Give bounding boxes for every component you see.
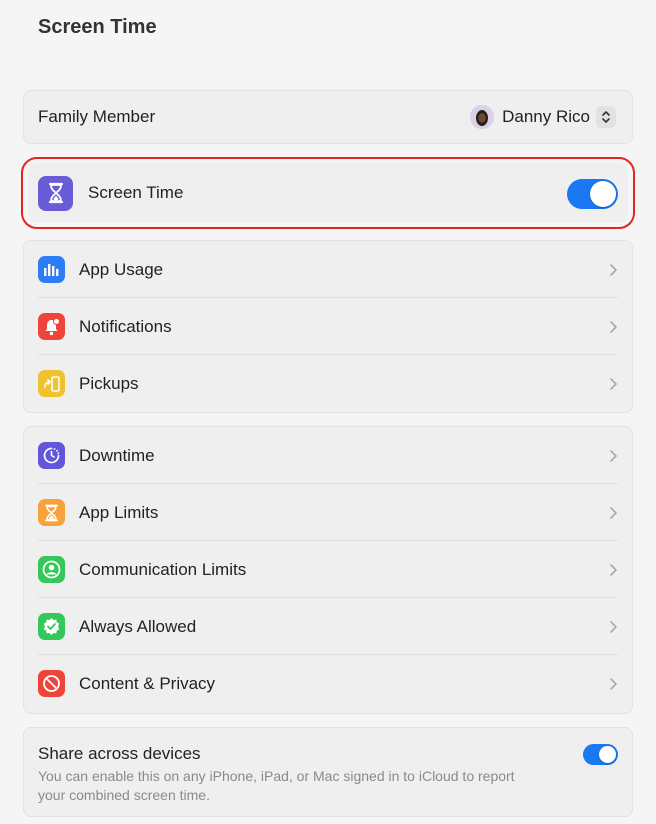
chevron-right-icon [610, 620, 617, 633]
screen-time-row: Screen Time [28, 163, 628, 223]
usage-card: App Usage Notifications Pickups [23, 240, 633, 413]
share-description-line: your combined screen time. [38, 787, 210, 803]
share-description-line: You can enable this on any iPhone, iPad,… [38, 768, 515, 784]
chevron-right-icon [610, 263, 617, 276]
list-item-label: Content & Privacy [79, 673, 216, 693]
list-item-label: Notifications [79, 316, 172, 336]
family-member-name: Danny Rico [502, 107, 590, 126]
share-card: Share across devices You can enable this… [23, 727, 633, 817]
share-toggle[interactable] [583, 744, 618, 765]
chevron-right-icon [610, 320, 617, 333]
hourglass-icon [38, 499, 65, 526]
list-item-notifications[interactable]: Notifications [24, 298, 632, 355]
screen-time-toggle[interactable] [567, 179, 618, 209]
list-item-label: Communication Limits [79, 559, 247, 579]
list-item-always-allowed[interactable]: Always Allowed [24, 598, 632, 655]
list-item-communication-limits[interactable]: Communication Limits [24, 541, 632, 598]
list-item-label: App Limits [79, 502, 159, 522]
share-description: You can enable this on any iPhone, iPad,… [38, 767, 515, 805]
list-item-downtime[interactable]: Downtime [24, 427, 632, 484]
share-title: Share across devices [38, 744, 201, 763]
bar-chart-icon [38, 256, 65, 283]
downtime-icon [38, 442, 65, 469]
family-member-card: Family Member Danny Rico [23, 90, 633, 144]
toggle-knob [599, 746, 616, 763]
list-item-label: App Usage [79, 259, 164, 279]
family-member-selector[interactable]: Danny Rico [470, 104, 616, 130]
list-item-content-privacy[interactable]: Content & Privacy [24, 655, 632, 712]
chevron-right-icon [610, 677, 617, 690]
person-circle-icon [38, 556, 65, 583]
list-item-app-limits[interactable]: App Limits [24, 484, 632, 541]
family-member-label: Family Member [38, 107, 156, 126]
chevron-right-icon [610, 449, 617, 462]
hourglass-icon [38, 175, 73, 211]
avatar [470, 105, 495, 129]
toggle-knob [590, 181, 616, 207]
list-item-label: Downtime [79, 445, 155, 465]
screen-time-card: Screen Time [28, 163, 628, 223]
up-down-chevron-icon [596, 106, 616, 128]
list-item-label: Always Allowed [79, 616, 197, 636]
family-member-row: Family Member Danny Rico [24, 91, 632, 143]
page-title: Screen Time [38, 16, 157, 38]
list-item-app-usage[interactable]: App Usage [24, 241, 632, 298]
checkmark-badge-icon [38, 613, 65, 640]
no-entry-icon [38, 670, 65, 697]
chevron-right-icon [610, 377, 617, 390]
chevron-right-icon [610, 563, 617, 576]
list-item-label: Pickups [79, 373, 139, 393]
chevron-right-icon [610, 506, 617, 519]
pickup-phone-icon [38, 370, 65, 397]
limits-card: Downtime App Limits Communication Limits [23, 426, 633, 714]
list-item-pickups[interactable]: Pickups [24, 355, 632, 412]
bell-icon [38, 313, 65, 340]
screen-time-label: Screen Time [88, 183, 184, 202]
